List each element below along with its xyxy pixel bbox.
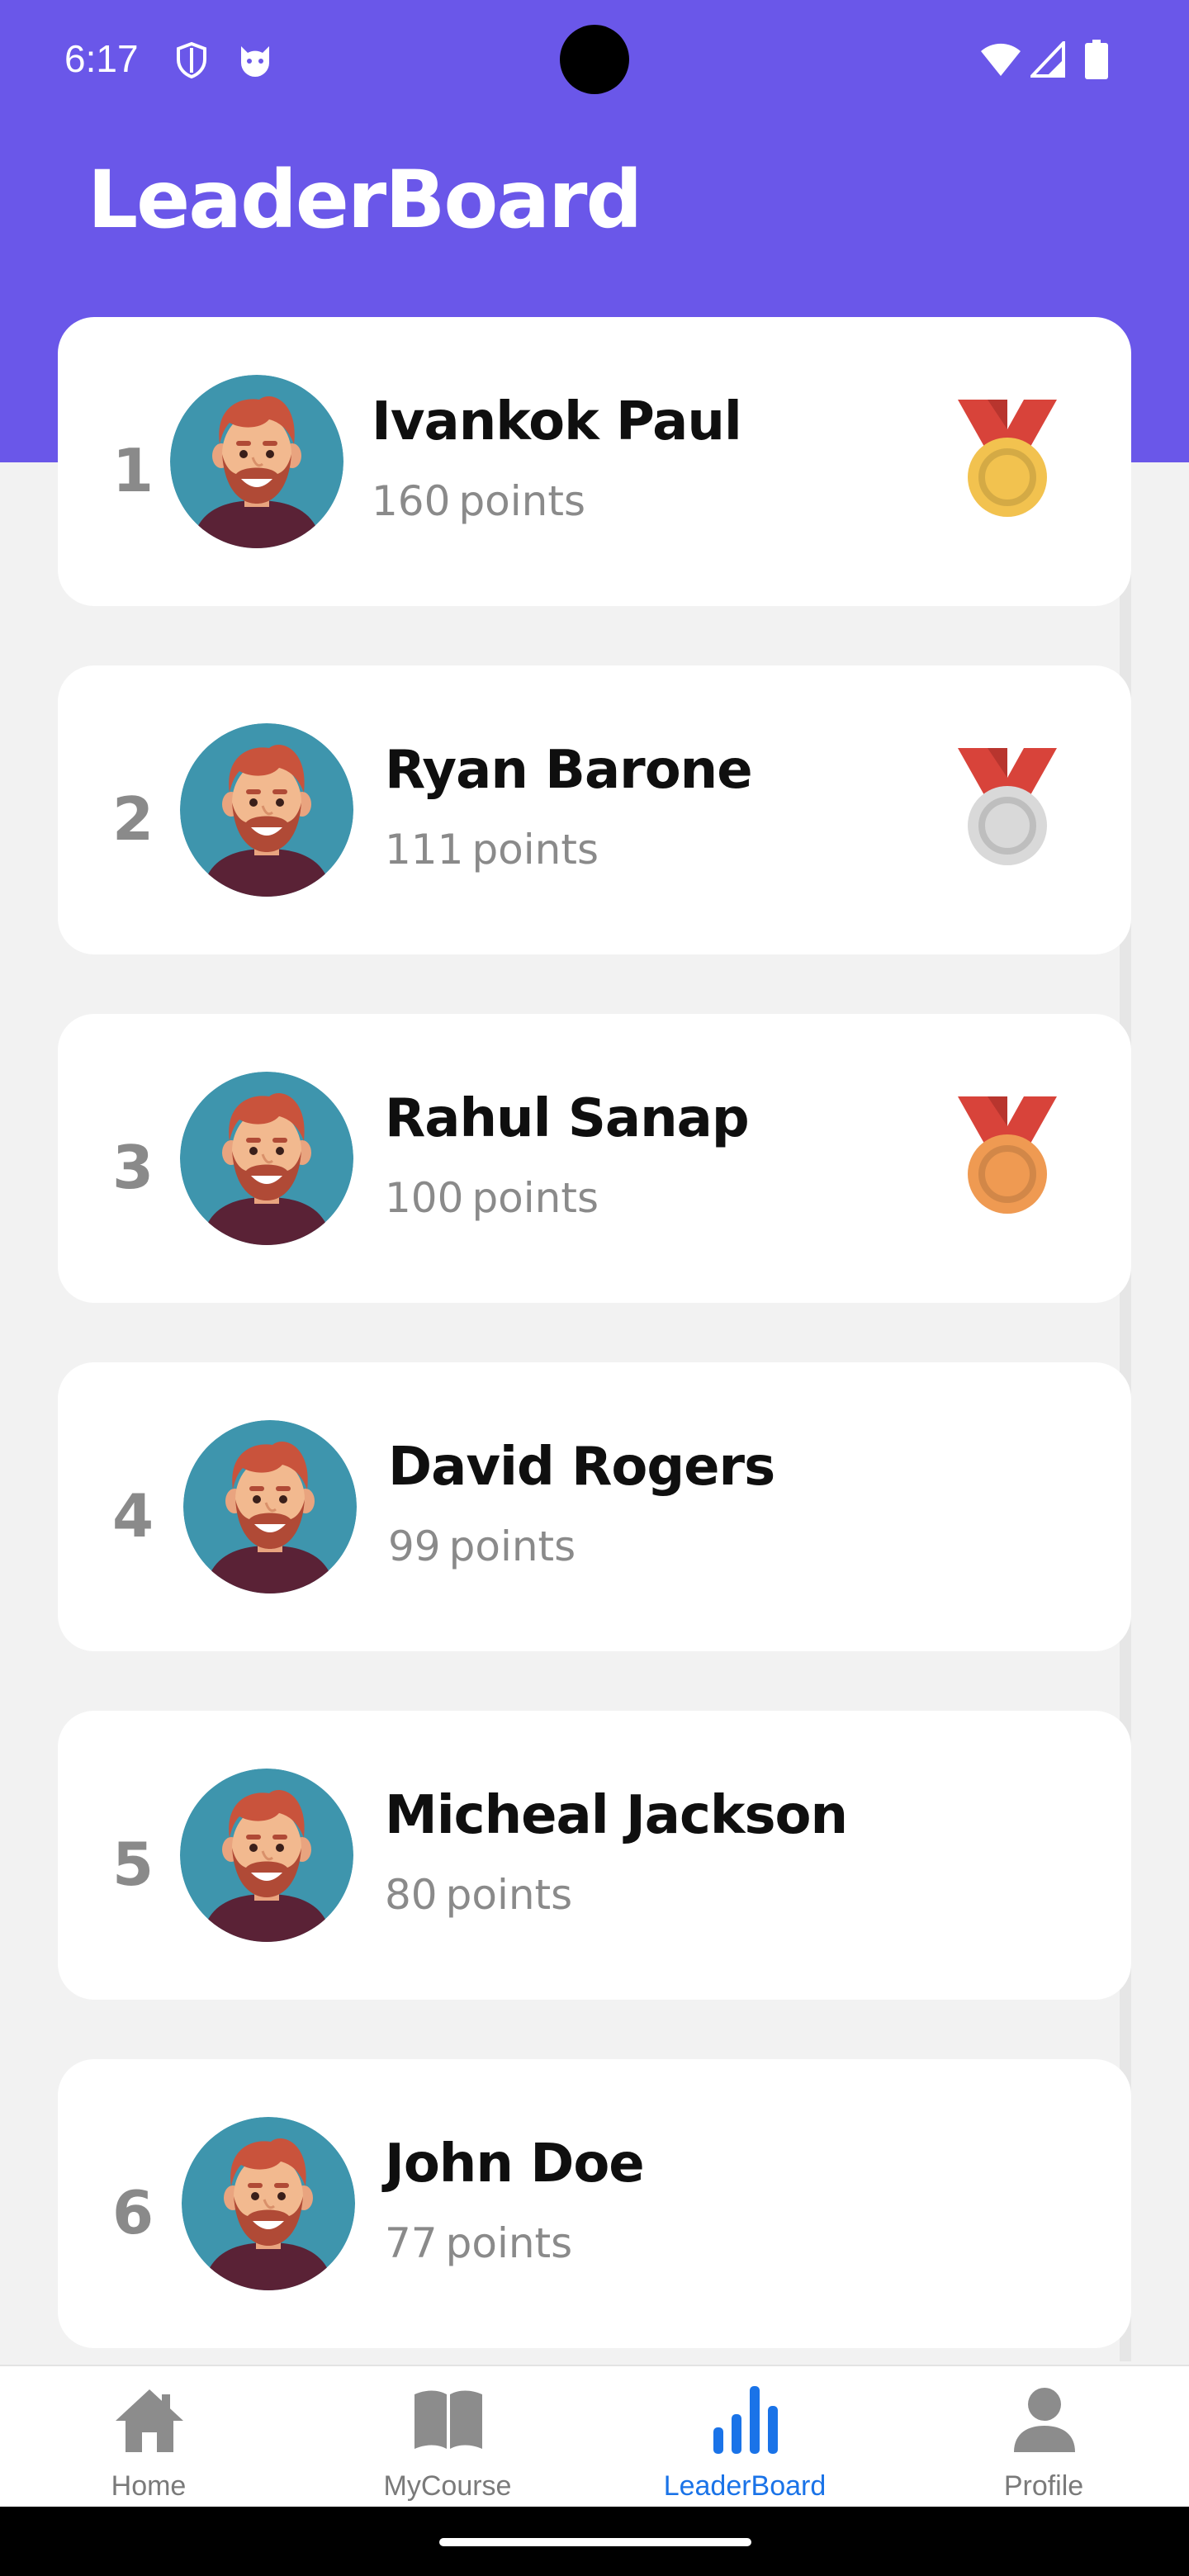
bottom-navigation: Home MyCourse LeaderBoard Profile [0,2365,1189,2507]
rank-number: 4 [112,1481,154,1551]
home-gesture-handle[interactable] [439,2538,751,2546]
points-suffix: points [448,1522,576,1570]
leaderboard-card[interactable]: 4 David Rogers 99 points [58,1362,1131,1651]
gesture-navigation-bar [0,2507,1189,2576]
points-value: 100 [385,1174,464,1222]
rank-number: 3 [112,1133,154,1202]
camera-cutout [560,25,629,94]
rank-number: 6 [112,2178,154,2247]
points-text: 99 points [388,1522,576,1570]
nav-label: Profile [1003,2470,1084,2502]
leaderboard-card[interactable]: 3 Rahul Sanap 100 points [58,1014,1131,1303]
points-suffix: points [445,2219,573,2267]
profile-icon [1007,2383,1082,2457]
points-text: 160 points [372,477,585,525]
points-suffix: points [445,1871,573,1919]
avatar [183,1420,357,1593]
points-value: 111 [385,826,464,874]
nav-item-leaderboard[interactable]: LeaderBoard [596,2366,893,2508]
home-icon [112,2383,187,2457]
gold-medal-icon [958,400,1057,519]
leaderboard-card[interactable]: 6 John Doe 77 points [58,2059,1131,2348]
avatar [182,2117,355,2290]
rank-number: 5 [112,1830,154,1899]
avatar [180,1769,353,1942]
silver-medal-icon [958,748,1057,867]
page-title: LeaderBoard [88,154,642,246]
points-suffix: points [458,477,586,525]
points-value: 160 [372,477,451,525]
bar-chart-icon [708,2383,783,2457]
user-name: Rahul Sanap [385,1088,750,1149]
bronze-medal-icon [958,1096,1057,1215]
points-value: 80 [385,1871,438,1919]
user-name: Ryan Barone [385,740,753,801]
points-value: 77 [385,2219,438,2267]
leaderboard-card[interactable]: 1 Ivankok Paul 160 points [58,317,1131,606]
avatar [170,375,343,548]
points-text: 77 points [385,2219,572,2267]
status-bar: 6:17 [0,0,1189,124]
avatar [180,723,353,897]
points-text: 111 points [385,826,599,874]
cat-face-icon [241,46,269,77]
battery-icon [1085,40,1108,79]
nav-label: Home [111,2470,187,2502]
shield-icon [177,41,206,79]
points-text: 80 points [385,1871,572,1919]
nav-item-profile[interactable]: Profile [895,2366,1189,2508]
signal-icon [1030,41,1065,78]
leaderboard-card[interactable]: 5 Micheal Jackson 80 points [58,1711,1131,2000]
book-icon [411,2383,486,2457]
avatar [180,1072,353,1245]
user-name: John Doe [385,2133,645,2195]
user-name: David Rogers [388,1437,775,1498]
rank-number: 2 [112,784,154,854]
points-suffix: points [471,1174,599,1222]
rank-number: 1 [112,436,154,505]
wifi-icon [981,43,1021,76]
nav-item-mycourse[interactable]: MyCourse [299,2366,596,2508]
status-time: 6:17 [64,37,139,80]
nav-label: MyCourse [383,2470,512,2502]
leaderboard-card[interactable]: 2 Ryan Barone 111 points [58,665,1131,954]
points-suffix: points [471,826,599,874]
points-text: 100 points [385,1174,599,1222]
nav-label: LeaderBoard [663,2470,827,2502]
nav-item-home[interactable]: Home [0,2366,297,2508]
user-name: Micheal Jackson [385,1785,848,1846]
user-name: Ivankok Paul [372,391,742,452]
points-value: 99 [388,1522,441,1570]
